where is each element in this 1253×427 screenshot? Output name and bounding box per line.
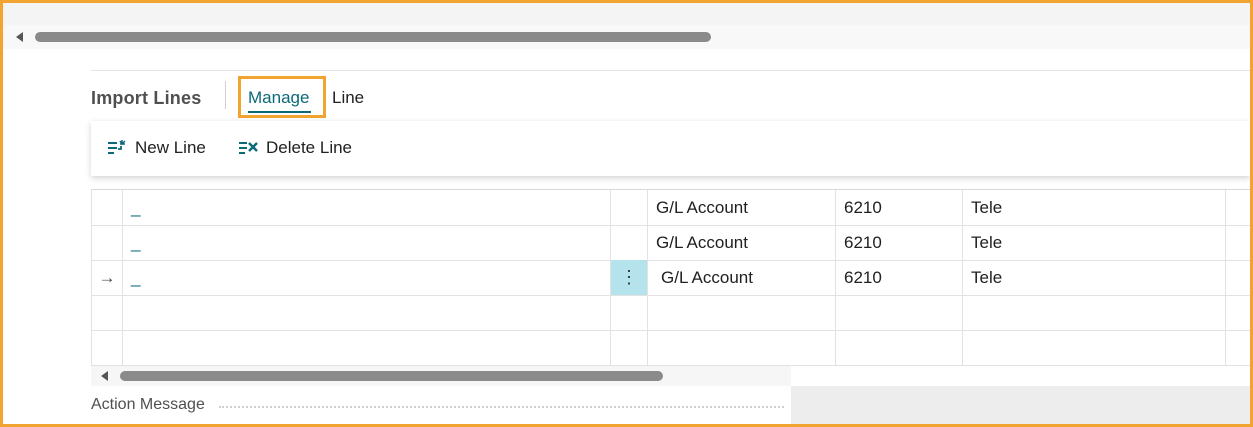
- new-line-button[interactable]: New Line: [107, 138, 206, 158]
- title-separator: [225, 81, 226, 109]
- row-selector[interactable]: [91, 330, 122, 365]
- description-link[interactable]: _: [131, 268, 140, 287]
- account-no-cell[interactable]: [835, 295, 962, 330]
- row-selector[interactable]: [91, 190, 122, 225]
- type-cell[interactable]: [647, 330, 835, 365]
- extra-cell[interactable]: [1225, 260, 1250, 295]
- table-row[interactable]: _ G/L Account 6210 Tele: [91, 225, 1250, 261]
- account-no-cell[interactable]: 6210: [835, 260, 962, 295]
- account-no-cell[interactable]: 6210: [835, 225, 962, 260]
- top-horizontal-scrollbar[interactable]: [3, 25, 1250, 49]
- type-cell[interactable]: G/L Account: [647, 190, 835, 225]
- table-row[interactable]: _ G/L Account 6210 Tele: [91, 190, 1250, 226]
- description-cell[interactable]: _: [122, 225, 610, 260]
- action-message-field: Action Message: [91, 386, 791, 424]
- row-menu-cell[interactable]: [610, 330, 647, 365]
- account-name-cell[interactable]: Tele: [962, 190, 1225, 225]
- row-menu-cell[interactable]: [610, 225, 647, 260]
- account-name-cell[interactable]: [962, 330, 1225, 365]
- grid-header: [91, 176, 1250, 190]
- action-message-label: Action Message: [91, 396, 205, 413]
- scroll-left-arrow-icon[interactable]: [16, 32, 23, 42]
- extra-cell[interactable]: [1225, 225, 1250, 260]
- description-link[interactable]: _: [131, 233, 140, 252]
- scrollbar-thumb[interactable]: [35, 32, 711, 42]
- row-selector[interactable]: [91, 225, 122, 260]
- type-cell[interactable]: [647, 295, 835, 330]
- extra-cell[interactable]: [1225, 295, 1250, 330]
- import-lines-grid: _ G/L Account 6210 Tele _ G/L Account 62…: [91, 176, 1250, 366]
- dotted-leader: [219, 406, 784, 408]
- extra-cell[interactable]: [1225, 330, 1250, 365]
- description-cell[interactable]: [122, 295, 610, 330]
- table-row-selected[interactable]: → _ ⋮ G/L Account 6210 Tele: [91, 260, 1250, 296]
- account-name-cell[interactable]: Tele: [962, 260, 1225, 295]
- tab-manage-underline: [248, 111, 311, 113]
- action-message-value[interactable]: [791, 386, 1250, 424]
- extra-cell[interactable]: [1225, 190, 1250, 225]
- description-link[interactable]: _: [131, 198, 140, 217]
- row-menu-cell[interactable]: [610, 295, 647, 330]
- grid-horizontal-scrollbar[interactable]: [91, 366, 791, 386]
- delete-line-button[interactable]: Delete Line: [238, 138, 352, 158]
- delete-line-label: Delete Line: [266, 138, 353, 157]
- row-selector[interactable]: [91, 295, 122, 330]
- new-line-icon: [108, 140, 126, 154]
- tab-line[interactable]: Line: [332, 88, 364, 108]
- table-row-empty[interactable]: [91, 295, 1250, 331]
- part-title: Import Lines: [91, 88, 202, 108]
- scroll-left-arrow-icon[interactable]: [101, 371, 108, 381]
- account-name-cell[interactable]: [962, 295, 1225, 330]
- table-row-empty[interactable]: [91, 330, 1250, 366]
- row-actions-menu-icon[interactable]: ⋮: [610, 260, 647, 295]
- row-arrow-icon[interactable]: →: [91, 260, 122, 295]
- part-header: Import Lines Manage Line: [91, 70, 1250, 121]
- scrollbar-thumb[interactable]: [120, 371, 663, 381]
- new-line-label: New Line: [135, 138, 206, 157]
- row-menu-cell[interactable]: [610, 190, 647, 225]
- tab-manage[interactable]: Manage: [248, 88, 309, 108]
- account-name-cell[interactable]: Tele: [962, 225, 1225, 260]
- description-cell[interactable]: _: [122, 260, 610, 295]
- type-cell[interactable]: G/L Account: [647, 260, 835, 295]
- description-cell[interactable]: [122, 330, 610, 365]
- action-bar: New Line Delete Line: [91, 121, 1250, 176]
- account-no-cell[interactable]: 6210: [835, 190, 962, 225]
- delete-line-icon: [239, 142, 258, 154]
- description-cell[interactable]: _: [122, 190, 610, 225]
- type-cell[interactable]: G/L Account: [647, 225, 835, 260]
- account-no-cell[interactable]: [835, 330, 962, 365]
- top-band: [3, 3, 1250, 25]
